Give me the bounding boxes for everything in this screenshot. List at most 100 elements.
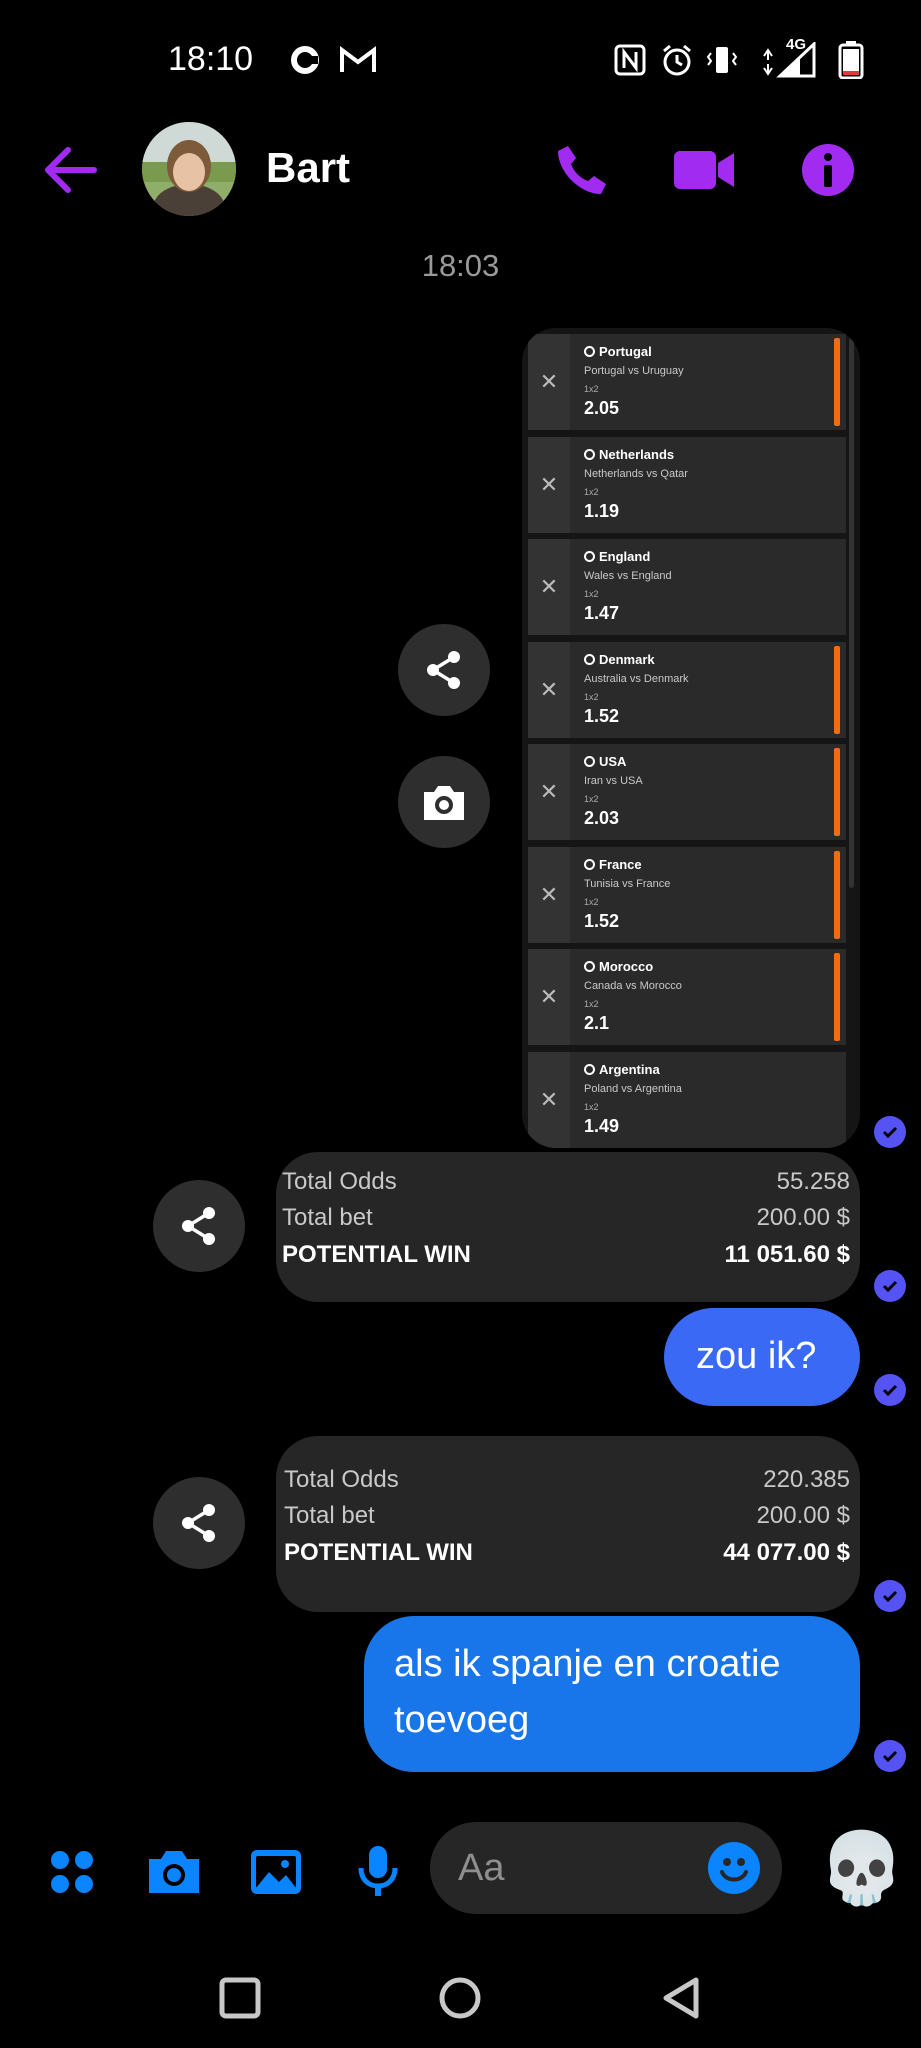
share-button[interactable] — [398, 624, 490, 716]
bet-match: Canada vs Morocco — [584, 980, 682, 992]
bet-match: Portugal vs Uruguay — [584, 365, 684, 377]
bet-odds: 1.52 — [584, 705, 620, 726]
football-icon — [584, 653, 595, 665]
bet-row: ✕ Morocco Canada vs Morocco 1x2 2.1 — [528, 949, 846, 1045]
remove-bet-icon[interactable]: ✕ — [528, 1051, 570, 1148]
conversation-info-button[interactable] — [794, 136, 862, 204]
message-input[interactable] — [430, 1822, 782, 1914]
gallery-button[interactable] — [246, 1842, 306, 1902]
total-odds-value: 55.258 — [776, 1168, 850, 1195]
bet-team: USA — [584, 754, 626, 769]
message-text: als ik spanje en croatie toevoeg — [394, 1643, 781, 1741]
total-odds-label: Total Odds — [282, 1168, 397, 1195]
chat-header: Bart — [0, 120, 921, 220]
bet-odds: 2.03 — [584, 808, 620, 828]
camera-icon — [424, 786, 464, 820]
total-bet-label: Total bet — [282, 1204, 373, 1231]
read-receipt-icon — [874, 1740, 906, 1772]
football-icon — [584, 448, 595, 460]
bet-row: ✕ Netherlands Netherlands vs Qatar 1x2 1.19 — [528, 436, 846, 533]
emoji-button[interactable] — [708, 1842, 760, 1894]
remove-bet-icon[interactable]: ✕ — [528, 949, 570, 1045]
sent-message[interactable]: als ik spanje en croatie toevoeg — [364, 1616, 860, 1772]
total-odds-row: Total Odds 220.385 — [284, 1466, 850, 1500]
bet-team-name: USA — [599, 754, 627, 769]
more-actions-button[interactable] — [42, 1842, 102, 1902]
remove-bet-icon[interactable]: ✕ — [528, 334, 570, 430]
bet-market: 1x2 — [584, 384, 599, 394]
share-icon — [182, 1207, 215, 1245]
total-odds-value: 220.385 — [763, 1466, 850, 1493]
quick-reaction-button[interactable]: 💀 — [818, 1822, 905, 1914]
bet-row: ✕ France Tunisia vs France 1x2 1.52 — [528, 846, 846, 943]
bet-team-name: Portugal — [599, 344, 652, 359]
image-icon — [251, 1850, 301, 1894]
voice-message-button[interactable] — [348, 1842, 408, 1902]
total-bet-value: 200.00 $ — [756, 1502, 850, 1529]
battery-icon — [836, 40, 866, 80]
bet-market: 1x2 — [584, 589, 599, 599]
bet-team-name: Netherlands — [599, 446, 675, 462]
bet-odds: 2.05 — [584, 398, 620, 418]
bet-market: 1x2 — [584, 691, 599, 702]
remove-bet-icon[interactable]: ✕ — [528, 846, 570, 943]
bet-team: Argentina — [584, 1062, 660, 1077]
bet-team: Denmark — [584, 652, 655, 667]
gmail-icon — [338, 40, 378, 80]
avatar[interactable] — [142, 122, 236, 216]
total-bet-row: Total bet 200.00 $ — [284, 1502, 850, 1536]
bet-highlight-bar — [834, 338, 840, 426]
bet-row: ✕ USA Iran vs USA 1x2 2.03 — [528, 744, 846, 840]
square-icon — [219, 1977, 261, 2019]
remove-bet-icon[interactable]: ✕ — [528, 436, 570, 533]
bet-market: 1x2 — [584, 999, 599, 1009]
video-call-button[interactable] — [670, 136, 738, 204]
share-button[interactable] — [153, 1477, 245, 1569]
back-nav-button[interactable] — [654, 1970, 710, 2026]
total-bet-row: Total bet 200.00 $ — [282, 1204, 850, 1238]
bet-odds: 1.19 — [584, 500, 620, 521]
audio-call-button[interactable] — [548, 136, 616, 204]
info-icon — [802, 144, 854, 196]
bet-highlight-bar — [834, 748, 840, 836]
home-button[interactable] — [432, 1970, 488, 2026]
nfc-icon — [612, 40, 648, 80]
bet-team-name: Denmark — [599, 651, 655, 667]
sent-message[interactable]: zou ik? — [664, 1308, 860, 1406]
bet-totals-image[interactable]: Total Odds 55.258 Total bet 200.00 $ POT… — [276, 1152, 860, 1302]
circle-icon — [439, 1977, 481, 2019]
network-type-label: 4G — [786, 36, 807, 53]
video-camera-icon — [674, 151, 734, 189]
save-image-button[interactable] — [398, 756, 490, 848]
bet-match: Iran vs USA — [584, 775, 643, 787]
status-time: 18:10 — [168, 40, 254, 78]
potential-win-value: 44 077.00 $ — [723, 1539, 850, 1566]
remove-bet-icon[interactable]: ✕ — [528, 744, 570, 840]
signal-icon: 4G — [760, 36, 818, 80]
bet-market: 1x2 — [584, 1101, 599, 1112]
football-icon — [584, 1063, 595, 1075]
bet-team-name: Argentina — [599, 1061, 660, 1077]
bet-odds: 1.52 — [584, 910, 620, 931]
camera-button[interactable] — [144, 1842, 204, 1902]
back-button[interactable] — [40, 142, 100, 198]
bet-team: Netherlands — [584, 447, 674, 462]
remove-bet-icon[interactable]: ✕ — [528, 539, 570, 635]
message-text: zou ik? — [696, 1335, 817, 1377]
contact-name[interactable]: Bart — [266, 144, 350, 192]
bet-market: 1x2 — [584, 486, 599, 497]
message-text-input[interactable] — [458, 1840, 688, 1896]
arrow-left-icon — [45, 147, 97, 193]
football-icon — [584, 551, 595, 562]
bet-totals-image[interactable]: Total Odds 220.385 Total bet 200.00 $ PO… — [276, 1436, 860, 1612]
vibrate-icon — [704, 40, 740, 80]
remove-bet-icon[interactable]: ✕ — [528, 641, 570, 738]
bet-highlight-bar — [834, 645, 840, 734]
bet-team: Morocco — [584, 959, 653, 974]
bet-slip-image[interactable]: ✕ Portugal Portugal vs Uruguay 1x2 2.05 ✕ Neth… — [522, 328, 860, 1148]
triangle-back-icon — [663, 1977, 699, 2019]
slip-scrollbar — [849, 338, 854, 888]
share-button[interactable] — [153, 1180, 245, 1272]
message-timestamp: 18:03 — [421, 248, 500, 283]
recents-button[interactable] — [212, 1970, 268, 2026]
